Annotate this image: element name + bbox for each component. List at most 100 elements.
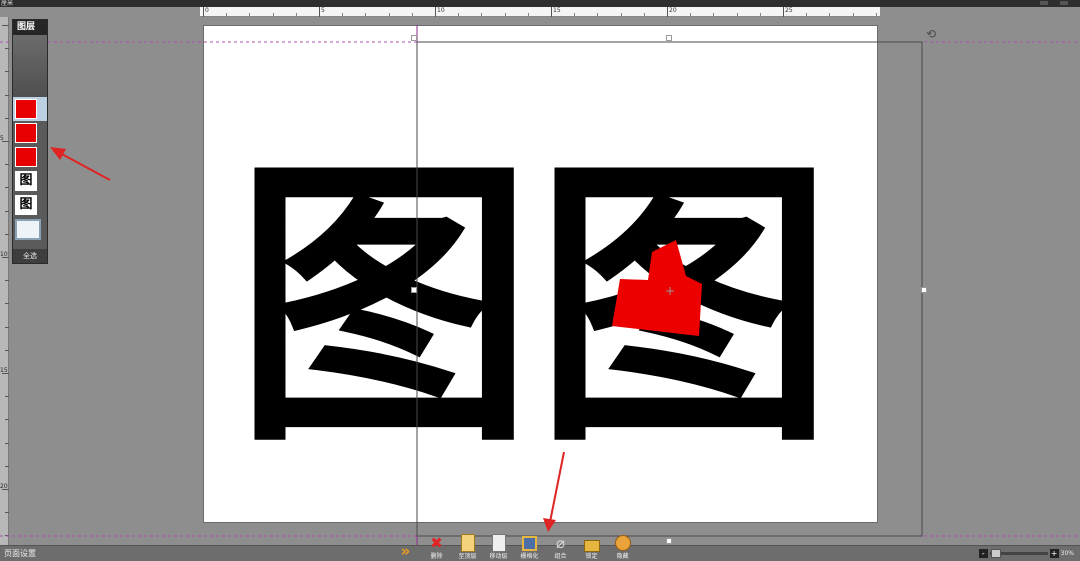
lock-button[interactable]: 锁定 — [576, 533, 607, 561]
canvas-art: 图 图 — [234, 129, 834, 482]
ruler-tick — [5, 326, 9, 328]
ruler-tick — [5, 48, 9, 50]
collapse-button[interactable]: » — [390, 541, 421, 561]
ruler-tick — [852, 13, 854, 16]
ruler-label: 10 — [437, 7, 445, 14]
canvas-page[interactable]: 图 图 — [203, 25, 878, 523]
ruler-tick — [527, 13, 529, 16]
close-control[interactable] — [1060, 1, 1068, 5]
hide-button[interactable]: 隐藏 — [607, 533, 638, 561]
ruler-tick — [342, 13, 344, 16]
ruler-tick — [736, 13, 738, 16]
ruler-tick — [5, 419, 9, 421]
layer-item-shape-1[interactable] — [13, 97, 47, 121]
rasterize-button[interactable]: 栅格化 — [514, 533, 545, 561]
ruler-tick — [2, 25, 9, 26]
delete-icon: ✖ — [430, 534, 443, 552]
page-settings-button[interactable]: 页面设置 — [4, 548, 36, 559]
ruler-tick — [5, 303, 9, 305]
ruler-tick — [5, 117, 9, 119]
ruler-label: 5 — [0, 135, 4, 142]
resize-handle-right[interactable] — [921, 287, 927, 293]
ruler-tick — [458, 13, 460, 16]
annotation-arrow-layers — [57, 151, 111, 181]
ruler-tick — [643, 13, 645, 16]
vertical-ruler[interactable]: 5 10 15 20 — [0, 17, 9, 545]
ruler-tick — [5, 512, 9, 514]
resize-handle-bottom[interactable] — [666, 538, 672, 544]
minimize-control[interactable] — [1040, 1, 1048, 5]
layer-item-background[interactable] — [13, 217, 47, 241]
top-bar: 厘米 — [0, 0, 1080, 7]
lock-icon — [582, 533, 602, 553]
unit-label: 厘米 — [1, 0, 14, 7]
select-all-button[interactable]: 全选 — [13, 249, 47, 263]
layers-panel-title: 图层 — [13, 20, 47, 35]
ruler-tick — [5, 280, 9, 282]
ruler-tick — [5, 210, 9, 212]
ruler-tick — [5, 349, 9, 351]
rasterize-icon — [520, 533, 540, 553]
resize-handle-left[interactable] — [411, 287, 417, 293]
ruler-tick — [411, 13, 413, 16]
layer-item-shape-2[interactable] — [13, 121, 47, 145]
ruler-tick — [690, 13, 692, 16]
ruler-tick — [5, 233, 9, 235]
layer-thumb — [15, 147, 37, 167]
move-layer-button[interactable]: 移动层 — [483, 533, 514, 561]
ruler-tick — [5, 94, 9, 96]
ruler-label: 5 — [321, 7, 325, 14]
zoom-control: - + 30% — [978, 548, 1074, 558]
ruler-label: 20 — [669, 7, 677, 14]
layer-thumb — [15, 219, 41, 240]
layer-item-glyph-2[interactable]: 图 — [13, 193, 47, 217]
zoom-in-button[interactable]: + — [1049, 548, 1059, 558]
ruler-tick — [620, 13, 622, 16]
ruler-label: 15 — [553, 7, 561, 14]
ruler-tick — [5, 442, 9, 444]
layer-item-shape-3[interactable] — [13, 145, 47, 169]
bring-to-top-button[interactable]: 至顶层 — [452, 533, 483, 561]
zoom-slider-knob[interactable] — [990, 548, 1001, 558]
layer-item-glyph-1[interactable]: 图 — [13, 169, 47, 193]
ruler-tick — [667, 7, 668, 17]
resize-handle-tl[interactable] — [411, 35, 417, 41]
ruler-tick — [388, 13, 390, 16]
ruler-tick — [829, 13, 831, 16]
annotation-arrowhead-layers — [50, 147, 66, 160]
horizontal-ruler[interactable]: 0 5 10 15 20 25 — [200, 7, 880, 17]
zoom-out-button[interactable]: - — [978, 548, 988, 558]
page-icon — [458, 533, 478, 553]
layer-thumb — [15, 99, 37, 119]
ruler-tick — [319, 7, 320, 17]
bottom-toolbar: » ✖ 删除 至顶层 移动层 栅格化 ⌀ 组合 锁定 隐藏 — [390, 528, 638, 561]
ruler-tick — [5, 164, 9, 166]
ruler-tick — [272, 13, 274, 16]
rotate-icon[interactable]: ⟲ — [924, 27, 938, 41]
layer-thumb: 图 — [15, 195, 37, 215]
delete-button[interactable]: ✖ 删除 — [421, 533, 452, 561]
ruler-tick — [481, 13, 483, 16]
ruler-tick — [875, 13, 877, 16]
layer-thumb — [15, 123, 37, 143]
ruler-label: 10 — [0, 251, 8, 258]
ruler-label: 15 — [0, 367, 8, 374]
glyph-tu-left[interactable]: 图 — [234, 129, 534, 482]
ruler-label: 0 — [205, 7, 209, 14]
zoom-slider[interactable] — [989, 548, 1048, 558]
page-icon — [489, 533, 509, 553]
ruler-tick — [597, 13, 599, 16]
paperclip-icon: ⌀ — [555, 534, 566, 552]
ruler-tick — [5, 71, 9, 73]
ruler-tick — [365, 13, 367, 16]
ruler-tick — [203, 7, 204, 17]
ruler-tick — [551, 7, 552, 17]
hide-icon — [613, 533, 633, 553]
ruler-tick — [5, 465, 9, 467]
zoom-percent: 30% — [1060, 549, 1074, 557]
resize-handle-top[interactable] — [666, 35, 672, 41]
group-button[interactable]: ⌀ 组合 — [545, 533, 576, 561]
ruler-tick — [574, 13, 576, 16]
chevron-down-double-icon: » — [400, 542, 411, 560]
ruler-tick — [713, 13, 715, 16]
